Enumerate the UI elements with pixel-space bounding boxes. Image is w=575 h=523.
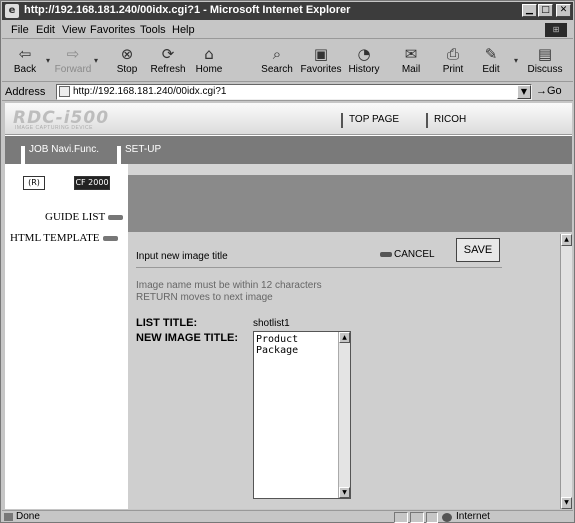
- search-button[interactable]: ⌕ Search: [256, 42, 298, 80]
- status-bar: Done Internet: [2, 510, 573, 523]
- close-button[interactable]: ✕: [556, 4, 571, 17]
- arrow-pill-icon: [108, 214, 124, 220]
- internet-zone-icon: [442, 513, 452, 522]
- brand-subtitle: IMAGE CAPTURING DEVICE: [15, 125, 93, 131]
- edit-dropdown-icon[interactable]: ▾: [514, 56, 518, 65]
- new-image-title-textarea[interactable]: Product Package ▲ ▼: [253, 331, 351, 499]
- gray-header-band: [128, 175, 572, 232]
- scroll-up-icon[interactable]: ▲: [561, 234, 572, 246]
- cancel-button[interactable]: CANCEL: [380, 249, 435, 260]
- address-bar: Address http://192.168.181.240/00idx.cgi…: [2, 83, 573, 101]
- status-text: Done: [16, 511, 40, 522]
- edit-icon: ✎: [484, 45, 498, 63]
- nav-bar: JOB Navi.Func. SET-UP: [5, 136, 572, 164]
- history-icon: ◔: [357, 45, 371, 63]
- left-sidebar: (R) CF 2000 GUIDE LIST HTML TEMPLATE: [5, 164, 128, 509]
- main-panel: Input new image title CANCEL SAVE Image …: [128, 164, 572, 509]
- new-image-title-label: NEW IMAGE TITLE:: [136, 332, 239, 344]
- discuss-icon: ▤: [537, 45, 553, 63]
- address-value: http://192.168.181.240/00idx.cgi?1: [73, 86, 227, 97]
- list-title-value: shotlist1: [253, 318, 290, 329]
- cancel-pill-icon: [380, 251, 392, 257]
- windows-logo-icon: ⊞: [545, 23, 567, 37]
- back-button[interactable]: ⇦ Back: [4, 42, 46, 80]
- top-page-link[interactable]: TOP PAGE: [341, 113, 399, 128]
- arrow-pill-icon: [102, 235, 118, 241]
- go-button[interactable]: →Go: [536, 85, 562, 97]
- list-title-label: LIST TITLE:: [136, 317, 198, 329]
- status-cell: [410, 512, 424, 523]
- menu-file[interactable]: File: [11, 24, 29, 36]
- sidebar-item-html-template[interactable]: HTML TEMPLATE: [10, 232, 118, 244]
- discuss-button[interactable]: ▤ Discuss: [524, 42, 566, 80]
- forward-dropdown-icon[interactable]: ▾: [94, 56, 98, 65]
- divider: [136, 267, 502, 268]
- refresh-icon: ⟳: [161, 45, 175, 63]
- title-bar: e http://192.168.181.240/00idx.cgi?1 - M…: [2, 2, 573, 20]
- menu-help[interactable]: Help: [172, 24, 195, 36]
- page-content: RDC-i500 IMAGE CAPTURING DEVICE TOP PAGE…: [5, 103, 572, 509]
- forward-arrow-icon: ⇨: [66, 45, 80, 63]
- stop-button[interactable]: ⊗ Stop: [106, 42, 148, 80]
- search-icon: ⌕: [272, 45, 282, 63]
- sidebar-item-guide-list[interactable]: GUIDE LIST: [45, 211, 124, 223]
- history-button[interactable]: ◔ History: [343, 42, 385, 80]
- info-line-1: Image name must be within 12 characters: [136, 280, 322, 291]
- menu-tools[interactable]: Tools: [140, 24, 166, 36]
- forward-button[interactable]: ⇨ Forward: [52, 42, 94, 80]
- nav-marker-icon: [21, 146, 25, 164]
- menu-favorites[interactable]: Favorites: [90, 24, 135, 36]
- page-scrollbar[interactable]: ▲ ▼: [560, 234, 572, 509]
- ie-icon: e: [5, 4, 19, 18]
- menu-edit[interactable]: Edit: [36, 24, 55, 36]
- favorites-icon: ▣: [313, 45, 329, 63]
- address-dropdown-icon[interactable]: ▼: [517, 85, 531, 99]
- maximize-button[interactable]: □: [538, 4, 553, 17]
- menu-bar: File Edit View Favorites Tools Help ⊞: [2, 21, 573, 39]
- scroll-up-icon[interactable]: ▲: [339, 332, 350, 343]
- scroll-down-icon[interactable]: ▼: [339, 487, 350, 498]
- save-button[interactable]: SAVE: [456, 238, 500, 262]
- side-button-r[interactable]: (R): [23, 176, 45, 190]
- stop-icon: ⊗: [120, 45, 134, 63]
- textarea-scrollbar[interactable]: ▲ ▼: [338, 332, 350, 498]
- page-status-icon: [4, 513, 13, 521]
- menu-view[interactable]: View: [62, 24, 86, 36]
- address-input[interactable]: http://192.168.181.240/00idx.cgi?1 ▼: [56, 84, 532, 100]
- nav-job-navi[interactable]: JOB Navi.Func.: [21, 136, 99, 164]
- info-line-2: RETURN moves to next image: [136, 292, 273, 303]
- side-button-cf[interactable]: CF 2000: [74, 176, 110, 190]
- mail-button[interactable]: ✉ Mail: [390, 42, 432, 80]
- form-panel: Input new image title CANCEL SAVE Image …: [128, 232, 572, 509]
- home-button[interactable]: ⌂ Home: [188, 42, 230, 80]
- mail-icon: ✉: [404, 45, 418, 63]
- toolbar: ⇦ Back ▾ ⇨ Forward ▾ ⊗ Stop ⟳ Refresh ⌂ …: [2, 40, 573, 82]
- back-arrow-icon: ⇦: [18, 45, 32, 63]
- zone-text: Internet: [456, 511, 490, 522]
- page-icon: [59, 86, 70, 97]
- brand-bar: RDC-i500 IMAGE CAPTURING DEVICE TOP PAGE…: [5, 103, 572, 135]
- status-cell: [426, 512, 438, 523]
- back-dropdown-icon[interactable]: ▾: [46, 56, 50, 65]
- refresh-button[interactable]: ⟳ Refresh: [147, 42, 189, 80]
- edit-button[interactable]: ✎ Edit: [470, 42, 512, 80]
- status-cell: [394, 512, 408, 523]
- nav-marker-icon: [117, 146, 121, 164]
- scroll-down-icon[interactable]: ▼: [561, 497, 572, 509]
- browser-window: e http://192.168.181.240/00idx.cgi?1 - M…: [0, 0, 575, 523]
- minimize-button[interactable]: ▁: [522, 4, 537, 17]
- print-icon: ⎙: [446, 45, 459, 63]
- home-icon: ⌂: [204, 45, 214, 63]
- favorites-button[interactable]: ▣ Favorites: [300, 42, 342, 80]
- address-label: Address: [5, 86, 46, 98]
- nav-setup[interactable]: SET-UP: [117, 136, 161, 164]
- print-button[interactable]: ⎙ Print: [432, 42, 474, 80]
- window-title: http://192.168.181.240/00idx.cgi?1 - Mic…: [24, 4, 351, 16]
- form-title: Input new image title: [136, 251, 228, 262]
- ricoh-link[interactable]: RICOH: [426, 113, 466, 128]
